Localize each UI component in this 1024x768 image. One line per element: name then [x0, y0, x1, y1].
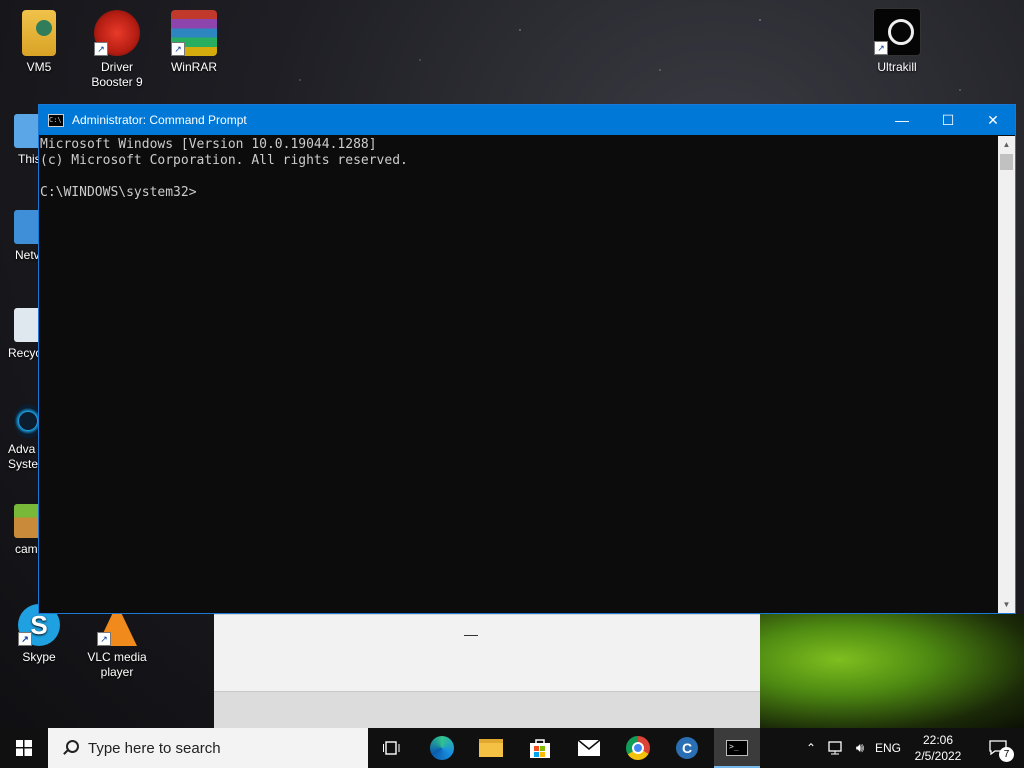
- search-icon: [62, 740, 79, 756]
- taskbar-mail[interactable]: [567, 728, 611, 768]
- folder-icon: [479, 739, 503, 757]
- advanced-systemcare-icon: [14, 404, 40, 438]
- desktop-icon-vm5[interactable]: VM5: [1, 10, 77, 75]
- shortcut-arrow-icon: ↗: [18, 632, 32, 646]
- desktop-icon-winrar[interactable]: ↗ WinRAR: [156, 10, 232, 75]
- mail-icon: [577, 739, 601, 756]
- windows-logo-icon: [16, 740, 32, 756]
- task-view-icon: [383, 741, 400, 755]
- winrar-icon: ↗: [171, 10, 217, 56]
- notification-icon: 7: [989, 740, 1014, 762]
- wallpaper-glow: [760, 614, 1024, 728]
- desktop-icon-driver-booster[interactable]: ↗ Driver Booster 9: [79, 10, 155, 90]
- taskbar-command-prompt[interactable]: >_: [714, 728, 760, 768]
- desktop-icon-label: Skype: [22, 650, 56, 664]
- window-title: Administrator: Command Prompt: [72, 113, 247, 127]
- chrome-icon: [626, 736, 650, 760]
- desktop-icon-label: Netv: [15, 248, 40, 262]
- background-window[interactable]: [214, 614, 760, 730]
- shortcut-arrow-icon: ↗: [874, 41, 888, 55]
- recycle-bin-icon: [14, 308, 40, 342]
- show-hidden-icons-button[interactable]: ⌃: [800, 728, 822, 768]
- window-titlebar[interactable]: C:\ Administrator: Command Prompt — ☐ ✕: [39, 105, 1015, 135]
- clock[interactable]: 22:06 2/5/2022: [906, 728, 970, 768]
- taskbar-ccleaner[interactable]: C: [665, 728, 709, 768]
- shortcut-arrow-icon: ↗: [94, 42, 108, 56]
- desktop-icon-label: VM5: [26, 60, 52, 74]
- taskbar-search-box[interactable]: Type here to search: [48, 728, 368, 768]
- background-window-bar: [214, 691, 760, 730]
- desktop-icon-label: This: [18, 152, 40, 166]
- desktop-icon-label: WinRAR: [170, 60, 217, 74]
- desktop-icon-network[interactable]: Netv: [0, 210, 40, 262]
- scroll-up-arrow-icon[interactable]: ▲: [998, 136, 1015, 153]
- desktop-icon-label: Driver Booster 9: [91, 60, 143, 89]
- cam-icon: [14, 504, 40, 538]
- clock-date: 2/5/2022: [914, 749, 962, 763]
- this-pc-icon: [14, 114, 40, 148]
- taskbar-microsoft-store[interactable]: [518, 728, 562, 768]
- network-icon: [828, 741, 842, 755]
- desktop-icon-recycle-bin[interactable]: Recyc: [0, 308, 40, 360]
- clock-time: 22:06: [922, 733, 954, 747]
- desktop-icon-label: cam: [15, 542, 38, 556]
- vertical-scrollbar[interactable]: ▲ ▼: [998, 136, 1015, 613]
- scrollbar-thumb[interactable]: [1000, 154, 1013, 170]
- taskbar-chrome[interactable]: [616, 728, 660, 768]
- command-prompt-window[interactable]: C:\ Administrator: Command Prompt — ☐ ✕ …: [38, 104, 1016, 614]
- shortcut-arrow-icon: ↗: [171, 42, 185, 56]
- shortcut-arrow-icon: ↗: [97, 632, 111, 646]
- desktop-icon-label: Recyc: [8, 346, 40, 360]
- volume-tray-button[interactable]: 🔊︎: [848, 728, 872, 768]
- desktop-icon-this-pc[interactable]: This: [0, 108, 40, 166]
- edge-icon: [430, 736, 454, 760]
- folder-icon: [22, 10, 56, 56]
- taskbar: Type here to search C >_ ⌃ 🔊︎ ENG 22:06 …: [0, 728, 1024, 768]
- speaker-icon: 🔊︎: [855, 740, 865, 755]
- desktop-icon-vlc[interactable]: ↗ VLC media player: [79, 604, 155, 680]
- store-icon: [530, 739, 550, 758]
- notification-count-badge: 7: [999, 747, 1014, 762]
- cmd-icon: >_: [726, 740, 748, 756]
- network-icon: [14, 210, 40, 244]
- desktop-icon-label: Ultrakill: [877, 60, 917, 74]
- minimize-dash: [464, 635, 478, 636]
- start-button[interactable]: [0, 728, 48, 768]
- desktop-icon-cam[interactable]: cam: [0, 504, 40, 556]
- taskbar-edge[interactable]: [420, 728, 464, 768]
- desktop-icon-ultrakill[interactable]: ↗ Ultrakill: [859, 8, 935, 75]
- ccleaner-icon: C: [676, 737, 698, 759]
- driver-booster-icon: ↗: [94, 10, 140, 56]
- console-output[interactable]: Microsoft Windows [Version 10.0.19044.12…: [39, 136, 998, 613]
- desktop-icon-label: Adva Syster: [8, 442, 40, 471]
- cmd-icon: C:\: [48, 113, 64, 127]
- ultrakill-icon: ↗: [873, 8, 921, 56]
- desktop-icon-label: VLC media player: [87, 650, 147, 679]
- input-language-button[interactable]: ENG: [872, 728, 904, 768]
- search-placeholder: Type here to search: [88, 739, 221, 757]
- scroll-down-arrow-icon[interactable]: ▼: [998, 596, 1015, 613]
- minimize-button[interactable]: —: [879, 105, 925, 135]
- task-view-button[interactable]: [370, 728, 414, 768]
- close-button[interactable]: ✕: [970, 105, 1016, 135]
- taskbar-file-explorer[interactable]: [469, 728, 513, 768]
- network-tray-button[interactable]: [824, 728, 848, 768]
- language-indicator: ENG: [874, 741, 901, 755]
- action-center-button[interactable]: 7: [976, 728, 1020, 768]
- desktop-icon-advanced-systemcare[interactable]: Adva Syster: [0, 404, 40, 472]
- chevron-up-icon: ⌃: [805, 741, 817, 755]
- maximize-button[interactable]: ☐: [925, 105, 971, 135]
